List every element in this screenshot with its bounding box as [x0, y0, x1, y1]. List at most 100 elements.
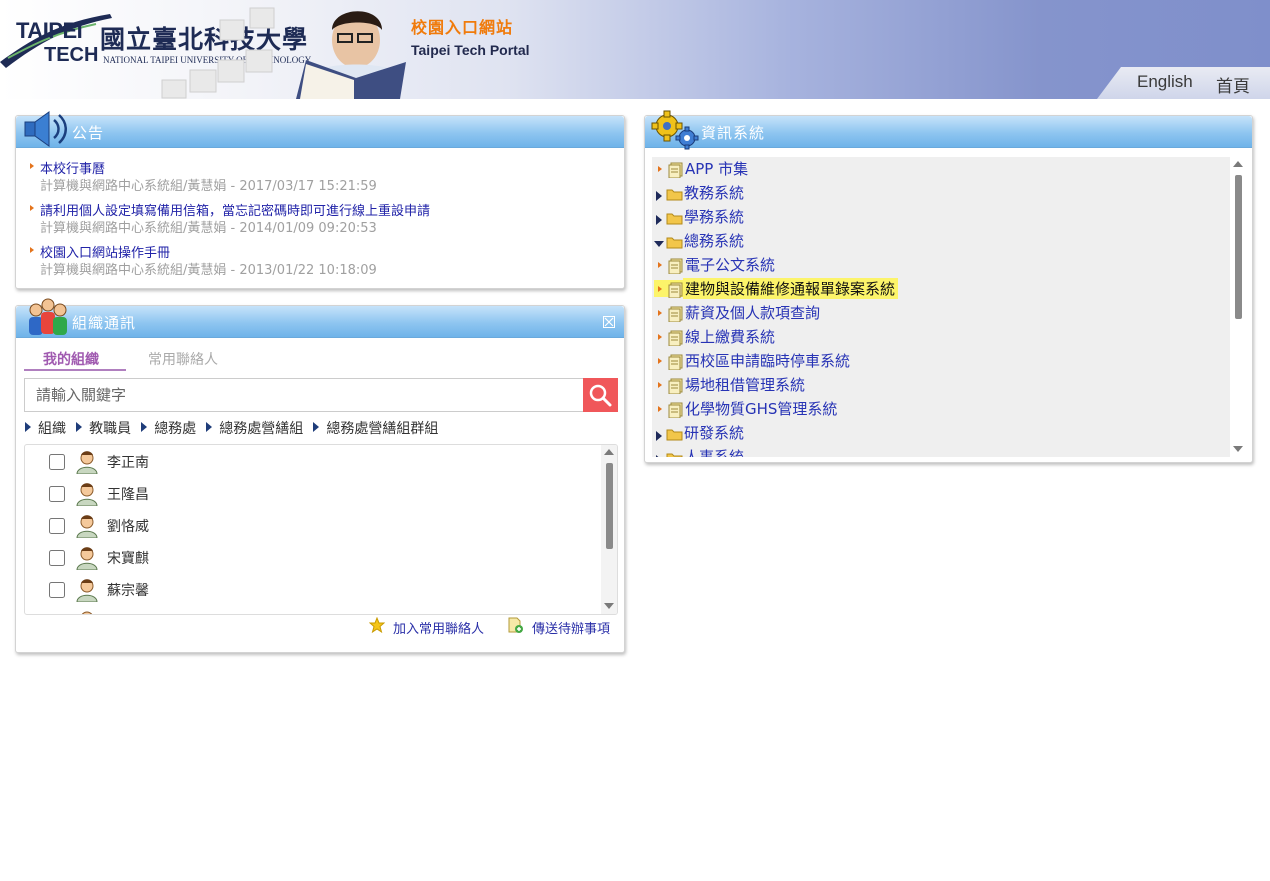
contact-checkbox[interactable]: [49, 486, 65, 502]
tree-node-label[interactable]: 總務系統: [684, 230, 744, 251]
contact-checkbox[interactable]: [49, 582, 65, 598]
breadcrumb-arrow-icon: [313, 422, 320, 432]
scroll-up-icon[interactable]: [1233, 161, 1243, 167]
person-icon: [76, 451, 98, 474]
tree-node-label[interactable]: APP 市集: [685, 158, 748, 179]
bullet-arrow-icon: [658, 166, 662, 172]
breadcrumb-arrow-icon: [25, 422, 31, 432]
add-common-contact-button[interactable]: 加入常用聯絡人: [393, 618, 484, 637]
breadcrumb-item[interactable]: 教職員: [89, 418, 131, 438]
scroll-down-icon[interactable]: [1233, 446, 1243, 452]
scroll-thumb[interactable]: [606, 463, 613, 549]
announcement-title-bar: [16, 116, 624, 148]
person-icon: [76, 579, 98, 602]
tree-node-label[interactable]: 教務系統: [684, 182, 744, 203]
tree-node-label[interactable]: 線上繳費系統: [685, 326, 775, 347]
contact-name[interactable]: 李正南: [107, 452, 149, 472]
portal-title-en: Taipei Tech Portal: [411, 42, 530, 58]
tab-underline: [24, 369, 126, 371]
close-icon[interactable]: [603, 316, 615, 328]
site-header: TAIPEI TECH 國立臺北科技大學 NATIONAL TAIPEI UNI…: [0, 0, 1270, 99]
tree-node-label[interactable]: 場地租借管理系統: [685, 374, 805, 395]
document-icon: [668, 282, 683, 298]
contact-list: 李正南 王隆昌 劉恪威 宋寶麒 蘇宗馨: [24, 444, 618, 615]
contact-checkbox[interactable]: [49, 550, 65, 566]
bullet-arrow-icon: [658, 286, 662, 292]
expand-arrow-icon[interactable]: [656, 431, 662, 441]
breadcrumb-item[interactable]: 總務處: [154, 418, 196, 438]
logo-word-taipei: TAIPEI: [16, 18, 83, 43]
english-link[interactable]: English: [1137, 72, 1193, 92]
expand-arrow-icon[interactable]: [656, 455, 662, 457]
tab-common-contacts[interactable]: 常用聯絡人: [148, 349, 218, 369]
send-todo-button[interactable]: 傳送待辦事項: [532, 618, 610, 637]
document-icon: [668, 354, 683, 370]
folder-open-icon: [666, 237, 683, 249]
task-add-icon: [508, 617, 523, 633]
contact-name[interactable]: 劉恪威: [107, 516, 149, 536]
bullet-arrow-icon: [658, 358, 662, 364]
contact-scrollbar[interactable]: [601, 445, 617, 614]
breadcrumb-arrow-icon: [76, 422, 83, 432]
announcement-panel: 公告 本校行事曆 計算機與網路中心系統組/黃慧娟 - 2017/03/17 15…: [15, 111, 625, 289]
bullet-arrow-icon: [30, 247, 34, 253]
systems-panel: 資訊系統 APP 市集 教務系統 學務系統 總務系統 電子公文系統 建物與設備維…: [644, 110, 1253, 463]
home-link[interactable]: 首頁: [1216, 72, 1250, 97]
breadcrumb-item[interactable]: 總務處營繕組群組: [326, 418, 438, 438]
search-input[interactable]: [24, 378, 584, 412]
scroll-up-icon[interactable]: [604, 449, 614, 455]
breadcrumb-arrow-icon: [141, 422, 148, 432]
folder-icon: [666, 189, 683, 201]
contact-name[interactable]: 宋寶麒: [107, 548, 149, 568]
folder-icon: [666, 453, 683, 457]
contact-checkbox[interactable]: [49, 518, 65, 534]
cubes-graphic: [161, 7, 275, 99]
breadcrumb-item[interactable]: 組織: [38, 418, 66, 438]
person-icon: [81, 611, 93, 614]
breadcrumb-arrow-icon: [206, 422, 213, 432]
tree-node-label[interactable]: 薪資及個人款項查詢: [685, 302, 820, 323]
collapse-arrow-icon[interactable]: [654, 241, 664, 247]
logo-word-tech: TECH: [44, 44, 99, 66]
folder-icon: [666, 213, 683, 225]
bullet-arrow-icon: [658, 382, 662, 388]
bullet-arrow-icon: [658, 406, 662, 412]
tree-node-label[interactable]: 西校區申請臨時停車系統: [685, 350, 850, 371]
person-icon: [76, 483, 98, 506]
contact-name[interactable]: 王隆昌: [107, 484, 149, 504]
portal-title-cn: 校園入口網站: [411, 18, 514, 37]
star-icon: [369, 617, 385, 633]
scroll-down-icon[interactable]: [604, 603, 614, 609]
document-icon: [668, 402, 683, 418]
systems-heading: 資訊系統: [701, 124, 766, 142]
people-icon: [29, 298, 67, 335]
person-icon: [76, 515, 98, 538]
tree-node-label[interactable]: 建物與設備維修通報單錄案系統: [683, 278, 899, 299]
tab-my-org[interactable]: 我的組織: [43, 349, 99, 369]
org-heading: 組織通訊: [72, 314, 137, 332]
expand-arrow-icon[interactable]: [656, 215, 662, 225]
scroll-thumb[interactable]: [1235, 175, 1242, 319]
student-reading-photo: [296, 11, 406, 99]
speaker-icon: [24, 111, 67, 147]
tree-node-label[interactable]: 人事系統: [684, 446, 744, 457]
search-icon: [589, 384, 612, 407]
breadcrumb-item[interactable]: 總務處營繕組: [219, 418, 303, 438]
document-icon: [668, 330, 683, 346]
systems-scrollbar[interactable]: [1230, 157, 1247, 457]
tree-node-label[interactable]: 化學物質GHS管理系統: [685, 398, 837, 419]
document-icon: [668, 162, 683, 178]
search-button[interactable]: [583, 378, 618, 412]
tree-node-label[interactable]: 研發系統: [684, 422, 744, 443]
folder-icon: [666, 429, 683, 441]
contact-name[interactable]: 蘇宗馨: [107, 580, 149, 600]
contact-checkbox[interactable]: [49, 454, 65, 470]
document-icon: [668, 258, 683, 274]
announcement-meta: 計算機與網路中心系統組/黃慧娟 - 2014/01/09 09:20:53: [40, 221, 377, 236]
org-panel: 組織通訊 我的組織 常用聯絡人 組織 教職員 總務處 總務處營繕組 總務處營繕組…: [15, 298, 625, 653]
expand-arrow-icon[interactable]: [656, 191, 662, 201]
tree-node-label[interactable]: 學務系統: [684, 206, 744, 227]
tree-node-label[interactable]: 電子公文系統: [685, 254, 775, 275]
announcement-meta: 計算機與網路中心系統組/黃慧娟 - 2017/03/17 15:21:59: [40, 179, 377, 194]
bullet-arrow-icon: [658, 310, 662, 316]
